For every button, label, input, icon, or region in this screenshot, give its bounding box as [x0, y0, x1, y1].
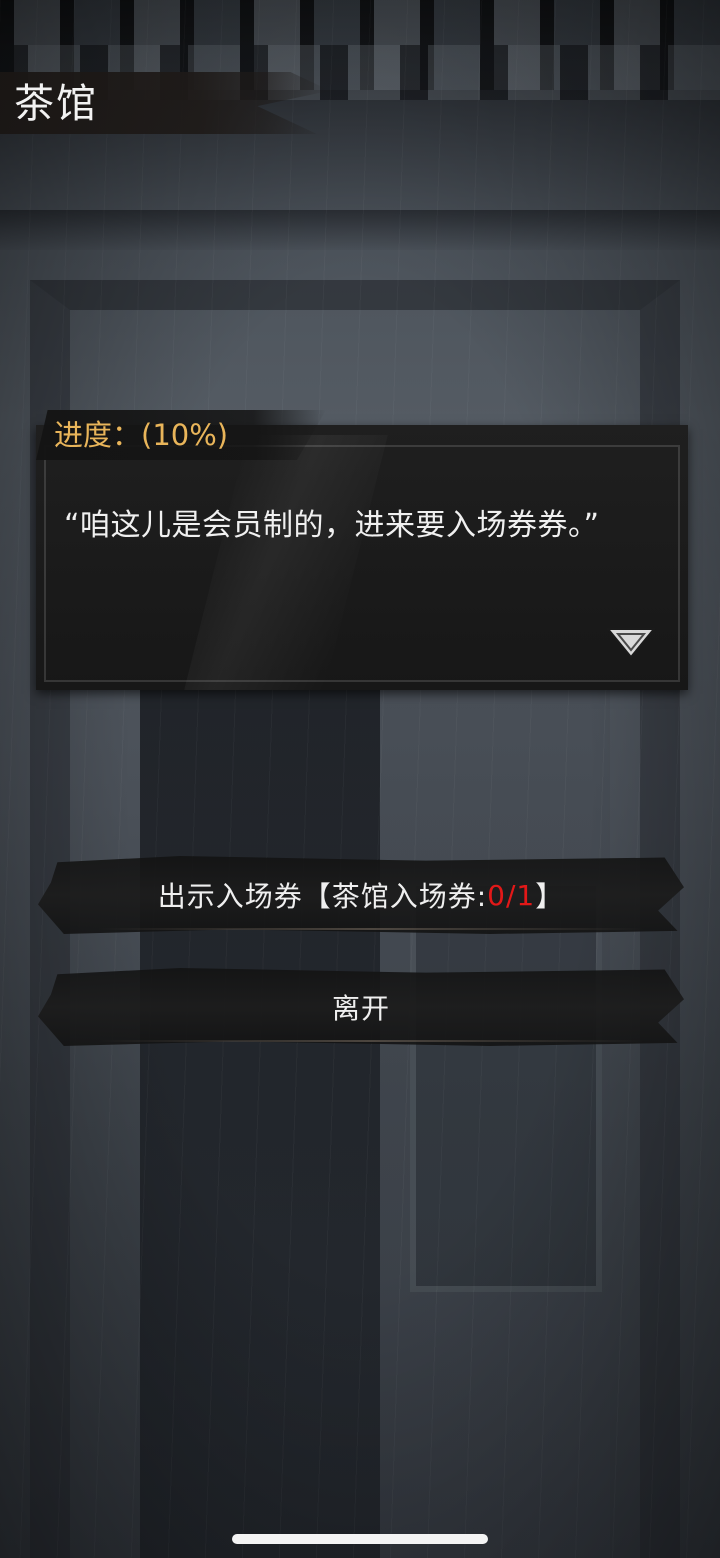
progress-label: 进度：(10%): [54, 418, 229, 452]
dialog-box[interactable]: [36, 425, 688, 690]
leave-label: 离开: [331, 992, 390, 1025]
show-ticket-text: 出示入场券【茶馆入场券:: [157, 880, 488, 913]
home-indicator[interactable]: [232, 1534, 488, 1544]
dialog-text: “咱这儿是会员制的，进来要入场券券。”: [64, 508, 600, 543]
show-ticket-button[interactable]: 出示入场券【茶馆入场券: 0/1】: [38, 856, 684, 934]
dialog-border: [44, 445, 680, 682]
background-scene: [0, 0, 720, 1558]
show-ticket-label: 出示入场券【茶馆入场券: 0/1】: [38, 856, 684, 934]
location-title: 茶馆: [14, 81, 98, 127]
ticket-count: 0/1: [487, 878, 536, 912]
vignette-overlay: [0, 0, 720, 1558]
leave-button[interactable]: 离开: [38, 968, 684, 1046]
show-ticket-suffix: 】: [535, 880, 565, 913]
down-triangle-icon[interactable]: [606, 625, 656, 661]
